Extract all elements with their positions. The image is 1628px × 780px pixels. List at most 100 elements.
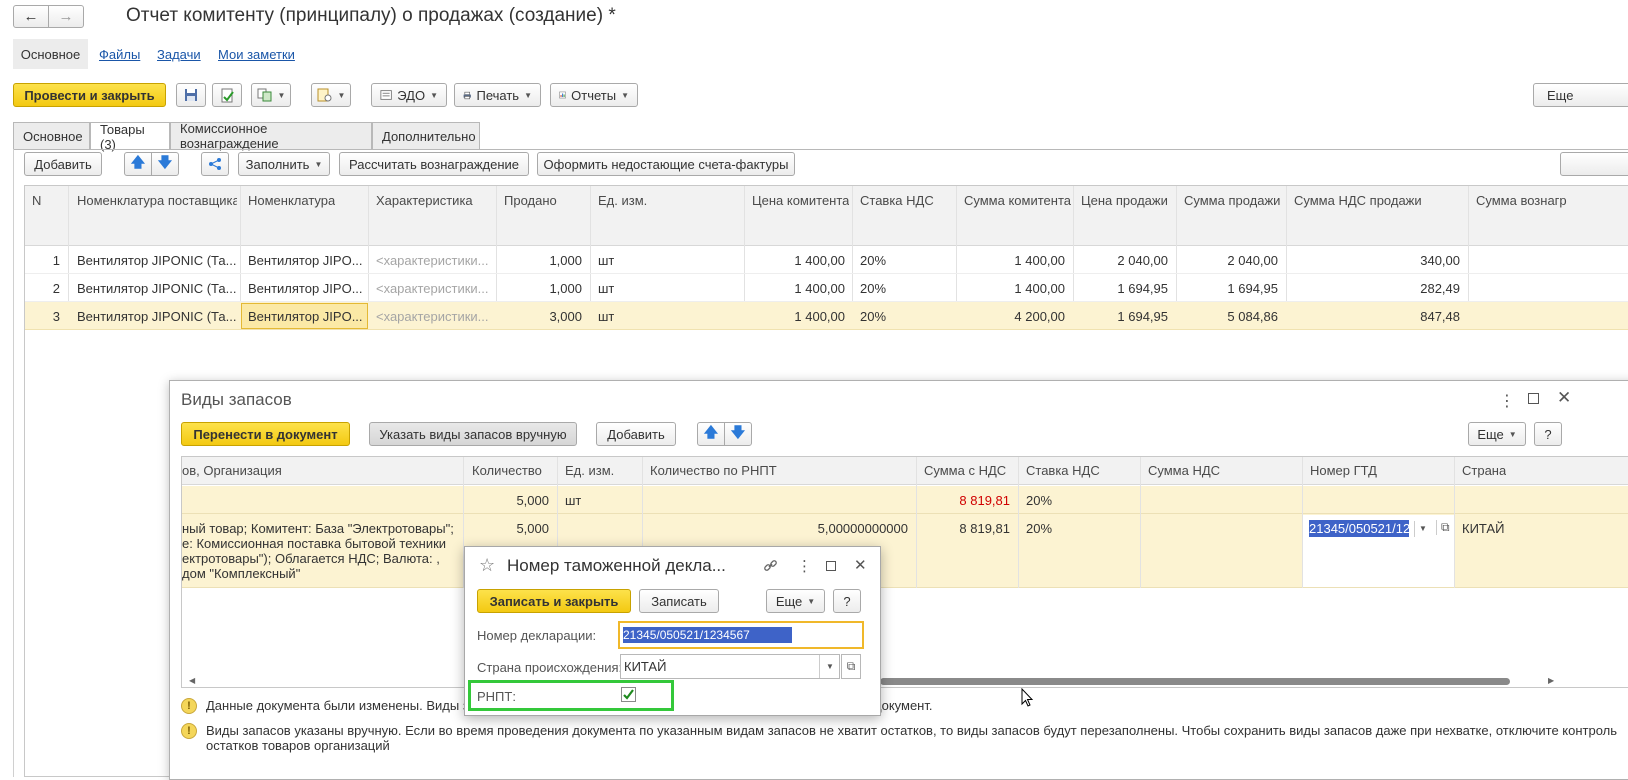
cell-item: Вентилятор JIPO... [248,281,363,296]
save-and-close-label: Записать и закрыть [489,593,619,609]
stock-move-up-button[interactable]: 🡅 [697,422,725,446]
stock-detail-desc-line: е: Комиссионная поставка бытовой техники [182,536,447,551]
more-label: Еще [1547,87,1574,103]
country-dropdown-icon[interactable]: ▼ [819,655,840,678]
nav-tab-notes[interactable]: Мои заметки [218,47,295,62]
star-icon[interactable]: ☆ [479,555,495,576]
goods-add-label: Добавить [34,156,92,172]
nav-tab-files[interactable]: Файлы [99,47,140,62]
link-icon[interactable] [763,558,778,573]
customs-dialog-title: Номер таможенной декла... [507,556,726,575]
col-separator [1302,457,1303,588]
transfer-to-document-button[interactable]: Перенести в документ [181,422,350,446]
gtd-dropdown-icon[interactable]: ▼ [1414,521,1427,537]
tab-commission[interactable]: Комиссионное вознаграждение [170,121,372,151]
save-button[interactable] [176,83,206,107]
scroll-right-icon[interactable]: ▶ [1548,676,1554,685]
doc-structure-icon [317,88,332,102]
stock-group-row[interactable] [182,486,1628,514]
post-button[interactable] [212,83,242,107]
fill-button[interactable]: Заполнить ▼ [238,152,330,176]
message-text: Данные документа были изменены. Виды за [206,698,477,713]
col-separator [916,457,917,588]
cell-sale-sum: 5 084,86 [1227,309,1278,324]
cell-item[interactable]: Вентилятор JIPO... [248,309,365,324]
stock-group-rate: 20% [1026,493,1053,508]
cell-characteristic: <характеристики... [376,253,489,268]
cell-sale-vat: 282,49 [1420,281,1460,296]
create-based-icon [257,88,272,102]
horizontal-scrollbar-thumb[interactable] [880,678,1510,685]
maximize-icon[interactable] [826,561,836,571]
tab-main[interactable]: Основное [13,122,90,149]
share-button[interactable] [201,152,229,176]
tab-panel-border [13,149,1628,150]
nav-tab-tasks[interactable]: Задачи [157,47,201,62]
col-separator [1140,457,1141,588]
gtd-value-selected[interactable]: 21345/050521/12 [1309,520,1409,537]
calc-reward-button[interactable]: Рассчитать вознаграждение [339,152,529,176]
reports-button[interactable]: Отчеты ▼ [550,83,638,107]
customs-more-button[interactable]: Еще ▼ [766,589,825,613]
kebab-menu-icon[interactable]: ⋮ [797,557,812,575]
goods-more-button[interactable] [1560,152,1628,176]
chevron-down-icon: ▼ [524,90,532,100]
stock-detail-desc-line: ектротовары"); Облагается НДС; Валюта: , [182,551,440,566]
close-icon[interactable]: ✕ [854,556,867,574]
stock-detail-desc: ный товар; Комитент: База "Электротовары… [182,521,462,581]
stock-add-button[interactable]: Добавить [596,422,676,446]
rnpt-checkbox[interactable] [621,687,636,702]
stock-detail-desc-line: дом "Комплексный" [182,566,301,581]
stock-move-down-button[interactable]: 🡇 [724,422,752,446]
customs-save-button[interactable]: Записать [639,589,719,613]
kebab-menu-icon[interactable]: ⋮ [1499,391,1515,411]
tab-goods[interactable]: Товары (3) [90,122,170,152]
create-based-button[interactable]: ▼ [251,83,291,107]
move-up-button[interactable]: 🡅 [124,152,152,176]
cell-vat-rate: 20% [860,253,887,268]
post-doc-icon [221,88,234,102]
close-icon[interactable]: ✕ [1557,388,1571,408]
col-header-vat-rate: Ставка НДС [860,193,934,208]
cell-sold: 1,000 [549,253,582,268]
nav-tab-main[interactable]: Основное [13,39,88,69]
post-and-close-label: Провести и закрыть [24,87,155,103]
forward-button[interactable]: → [48,5,84,28]
save-and-close-button[interactable]: Записать и закрыть [477,589,631,613]
scroll-left-icon[interactable]: ◀ [189,676,195,685]
arrow-down-icon: 🡇 [157,154,173,170]
back-button[interactable]: ← [13,5,49,28]
edo-button[interactable]: ЭДО ▼ [371,83,447,107]
move-down-button[interactable]: 🡇 [151,152,179,176]
checkmark-icon [623,689,634,700]
nav-tab-main-label: Основное [20,46,81,62]
stock-col-header-vat-rate: Ставка НДС [1026,463,1100,478]
col-header-sold: Продано [504,193,557,208]
cell-consignor-price: 1 400,00 [794,281,845,296]
col-header-characteristic: Характеристика [376,193,473,208]
stock-more-button[interactable]: Еще ▼ [1468,422,1526,446]
goods-add-button[interactable]: Добавить [24,152,102,176]
post-and-close-button[interactable]: Провести и закрыть [13,83,166,107]
gtd-open-icon[interactable]: ⧉ [1436,520,1450,535]
country-open-icon[interactable]: ⧉ [841,654,861,679]
tab-additional[interactable]: Дополнительно [372,122,480,149]
col-separator [1454,457,1455,588]
arrow-up-icon: 🡅 [703,424,719,440]
stock-more-label: Еще [1477,426,1504,442]
edo-icon [380,90,392,100]
calc-reward-label: Рассчитать вознаграждение [348,156,520,172]
customs-help-button[interactable]: ? [833,589,861,613]
manual-stock-types-button[interactable]: Указать виды запасов вручную [369,422,577,446]
chevron-down-icon: ▼ [807,596,816,606]
tab-commission-label: Комиссионное вознаграждение [180,121,279,151]
more-button[interactable]: Еще [1533,83,1628,107]
cell-sale-price: 1 694,95 [1117,309,1168,324]
structure-button[interactable]: ▼ [311,83,351,107]
cell-item: Вентилятор JIPO... [248,253,363,268]
print-button[interactable]: Печать ▼ [454,83,541,107]
chevron-down-icon: ▼ [337,90,346,100]
make-invoices-button[interactable]: Оформить недостающие счета-фактуры [537,152,795,176]
stock-help-button[interactable]: ? [1534,422,1562,446]
maximize-icon[interactable] [1528,393,1539,404]
